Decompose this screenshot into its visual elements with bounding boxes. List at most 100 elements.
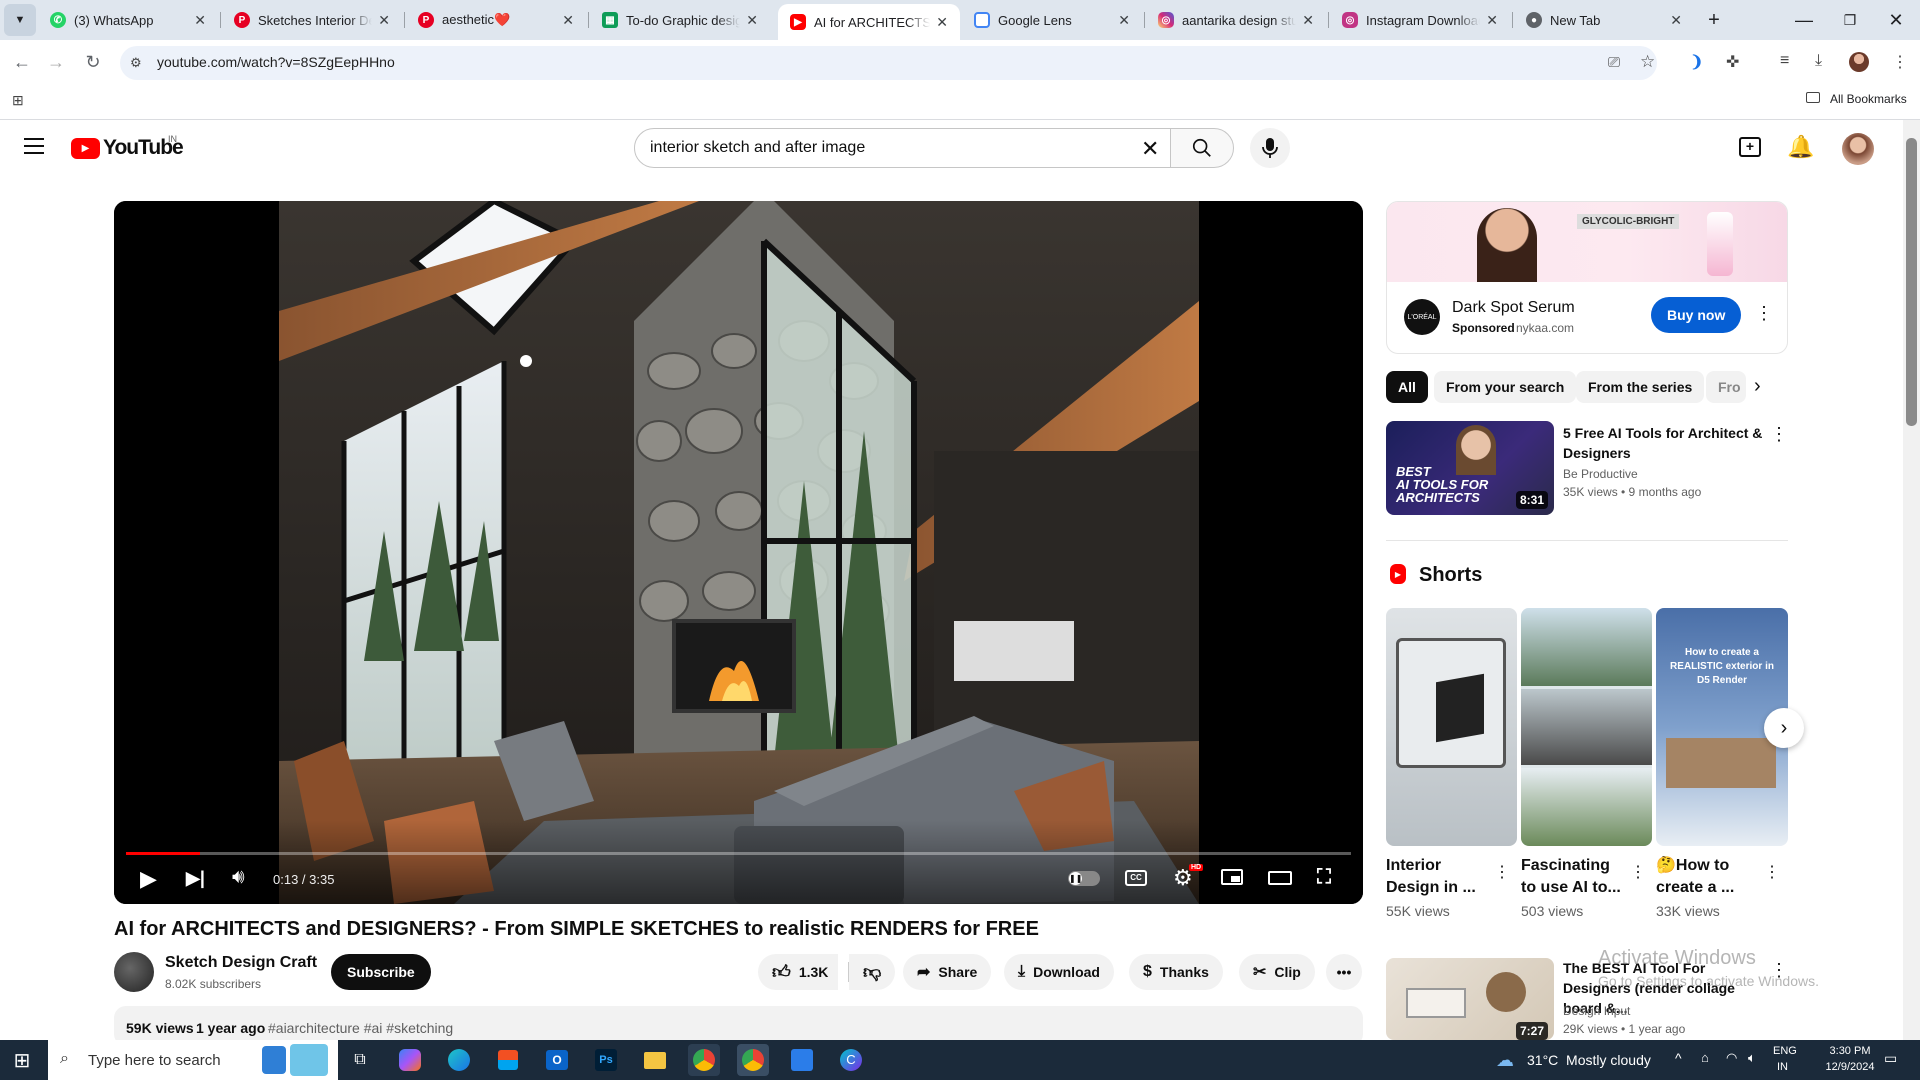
hashtags[interactable]: #aiarchitecture #ai #sketching bbox=[268, 1020, 453, 1036]
channel-name[interactable]: Sketch Design Craft bbox=[165, 954, 317, 972]
hamburger-menu-icon[interactable] bbox=[24, 138, 44, 154]
edge-button[interactable] bbox=[443, 1044, 475, 1076]
taskbar-search-placeholder[interactable]: Type here to search bbox=[88, 1052, 221, 1069]
chip-from-your-search[interactable]: From your search bbox=[1434, 371, 1577, 403]
youtube-logo-icon[interactable]: ▶ bbox=[71, 138, 100, 159]
clock-time[interactable]: 3:30 PM bbox=[1815, 1045, 1885, 1057]
outlook-button[interactable]: O bbox=[541, 1044, 573, 1076]
voice-search-button[interactable] bbox=[1250, 128, 1290, 168]
chrome-button[interactable] bbox=[688, 1044, 720, 1076]
clip-button[interactable]: ✂ Clip bbox=[1239, 954, 1315, 990]
thanks-button[interactable]: $ Thanks bbox=[1129, 954, 1223, 990]
tab-pinterest-sketches[interactable]: P Sketches Interior Des ✕ bbox=[222, 0, 402, 40]
share-button[interactable]: ➦ Share bbox=[903, 954, 992, 990]
video-thumbnail[interactable]: 7:27 bbox=[1386, 958, 1554, 1040]
app-button[interactable] bbox=[786, 1044, 818, 1076]
close-icon[interactable]: ✕ bbox=[378, 12, 390, 29]
video-thumbnail[interactable]: BEST AI TOOLS FOR ARCHITECTS 8:31 bbox=[1386, 421, 1554, 515]
windows-start-button[interactable]: ⊞ bbox=[6, 1044, 38, 1076]
close-icon[interactable]: ✕ bbox=[746, 12, 758, 29]
language-code[interactable]: ENG bbox=[1773, 1045, 1797, 1057]
profile-avatar[interactable] bbox=[1849, 52, 1869, 72]
url-text[interactable]: youtube.com/watch?v=8SZgEepHHno bbox=[157, 54, 395, 70]
close-icon[interactable]: ✕ bbox=[1302, 12, 1314, 29]
miniplayer-icon[interactable] bbox=[1221, 869, 1243, 885]
weather-text[interactable]: 31°C Mostly cloudy bbox=[1527, 1052, 1651, 1068]
tab-new-tab[interactable]: ● New Tab ✕ bbox=[1514, 0, 1694, 40]
media-control-icon[interactable]: ≡ bbox=[1780, 52, 1789, 70]
network-icon[interactable]: ⌂ bbox=[1701, 1050, 1709, 1065]
minimize-button[interactable]: — bbox=[1788, 4, 1820, 36]
short-menu-icon[interactable]: ⋮ bbox=[1630, 862, 1646, 882]
tab-youtube-active[interactable]: ▶ AI for ARCHITECTS an ✕ bbox=[778, 4, 960, 40]
scrollbar-thumb[interactable] bbox=[1906, 138, 1917, 426]
short-title[interactable]: Interior Design in ... bbox=[1386, 855, 1491, 899]
tab-pinterest-aesthetic[interactable]: P aesthetic❤️ ✕ bbox=[406, 0, 586, 40]
extension-icon[interactable]: ❩ bbox=[1690, 52, 1703, 72]
chrome-profile-button[interactable] bbox=[737, 1044, 769, 1076]
more-menu-icon[interactable]: ⋮ bbox=[1892, 52, 1908, 72]
bookmark-star-icon[interactable]: ☆ bbox=[1640, 52, 1655, 72]
short-menu-icon[interactable]: ⋮ bbox=[1494, 862, 1510, 882]
chip-all[interactable]: All bbox=[1386, 371, 1428, 403]
short-title[interactable]: 🤔How to create a ... bbox=[1656, 855, 1761, 899]
short-thumbnail[interactable] bbox=[1521, 608, 1652, 846]
short-thumbnail[interactable] bbox=[1386, 608, 1517, 846]
notification-center-icon[interactable]: ▭ bbox=[1884, 1050, 1897, 1067]
clock-date[interactable]: 12/9/2024 bbox=[1815, 1061, 1885, 1073]
photoshop-button[interactable]: Ps bbox=[590, 1044, 622, 1076]
ad-title[interactable]: Dark Spot Serum bbox=[1452, 299, 1575, 317]
shorts-next-button[interactable]: › bbox=[1764, 708, 1804, 748]
theater-mode-icon[interactable] bbox=[1268, 871, 1292, 885]
site-info-icon[interactable]: ⚙ bbox=[130, 55, 142, 71]
next-button[interactable]: ▶| bbox=[186, 868, 205, 889]
more-actions-button[interactable]: ••• bbox=[1326, 954, 1362, 990]
play-button[interactable]: ▶ bbox=[140, 866, 157, 892]
window-close-button[interactable]: ✕ bbox=[1880, 4, 1912, 36]
subscribe-button[interactable]: Subscribe bbox=[331, 954, 431, 990]
recommended-title[interactable]: 5 Free AI Tools for Architect & Designer… bbox=[1563, 423, 1763, 463]
video-menu-icon[interactable]: ⋮ bbox=[1770, 424, 1788, 445]
close-icon[interactable]: ✕ bbox=[194, 12, 206, 29]
tab-whatsapp[interactable]: ✆ (3) WhatsApp ✕ bbox=[38, 0, 218, 40]
forward-button[interactable]: → bbox=[40, 46, 72, 78]
wifi-icon[interactable]: ◠ bbox=[1726, 1050, 1737, 1066]
new-tab-button[interactable]: + bbox=[1698, 4, 1730, 36]
chevron-up-icon[interactable]: ^ bbox=[1675, 1050, 1682, 1066]
reload-button[interactable]: ↻ bbox=[77, 46, 109, 78]
recommended-channel[interactable]: Design Input bbox=[1563, 1004, 1630, 1018]
tab-search-button[interactable]: ▼ bbox=[4, 4, 36, 36]
install-app-icon[interactable]: ⎚ bbox=[1608, 54, 1620, 71]
restore-button[interactable]: ❐ bbox=[1834, 4, 1866, 36]
chips-next-icon[interactable]: › bbox=[1754, 375, 1761, 398]
back-button[interactable]: ← bbox=[6, 46, 38, 78]
short-title[interactable]: Fascinating to use AI to... bbox=[1521, 855, 1626, 899]
copilot-button[interactable] bbox=[394, 1044, 426, 1076]
like-button[interactable]: 👍︎ 1.3K bbox=[758, 954, 839, 990]
create-video-icon[interactable]: + bbox=[1739, 137, 1761, 157]
ad-menu-icon[interactable]: ⋮ bbox=[1755, 303, 1773, 324]
autoplay-toggle[interactable]: ❚❚ bbox=[1068, 871, 1100, 886]
all-bookmarks-link[interactable]: All Bookmarks bbox=[1830, 92, 1907, 106]
file-explorer-button[interactable] bbox=[639, 1044, 671, 1076]
search-button[interactable] bbox=[1170, 128, 1234, 168]
chip-truncated[interactable]: Fro bbox=[1706, 371, 1746, 403]
close-icon[interactable]: ✕ bbox=[1670, 12, 1682, 29]
account-avatar[interactable] bbox=[1842, 133, 1874, 165]
fullscreen-icon[interactable]: ⛶ bbox=[1317, 866, 1331, 889]
close-icon[interactable]: ✕ bbox=[562, 12, 574, 29]
short-menu-icon[interactable]: ⋮ bbox=[1764, 862, 1780, 882]
task-view-button[interactable]: ⧉ bbox=[344, 1044, 376, 1076]
recommended-channel[interactable]: Be Productive bbox=[1563, 467, 1638, 481]
search-input[interactable] bbox=[650, 134, 1130, 162]
language-region[interactable]: IN bbox=[1777, 1061, 1788, 1073]
download-button[interactable]: ⤓ Download bbox=[1004, 954, 1114, 990]
tab-google-lens[interactable]: Google Lens ✕ bbox=[962, 0, 1142, 40]
buy-now-button[interactable]: Buy now bbox=[1651, 297, 1742, 333]
tab-todo-sheet[interactable]: ▦ To-do Graphic design ✕ bbox=[590, 0, 770, 40]
video-player[interactable] bbox=[114, 201, 1363, 904]
download-icon[interactable]: ⤓ bbox=[1815, 52, 1822, 70]
clear-search-icon[interactable]: ✕ bbox=[1141, 136, 1159, 162]
channel-avatar[interactable] bbox=[114, 952, 154, 992]
close-icon[interactable]: ✕ bbox=[1118, 12, 1130, 29]
